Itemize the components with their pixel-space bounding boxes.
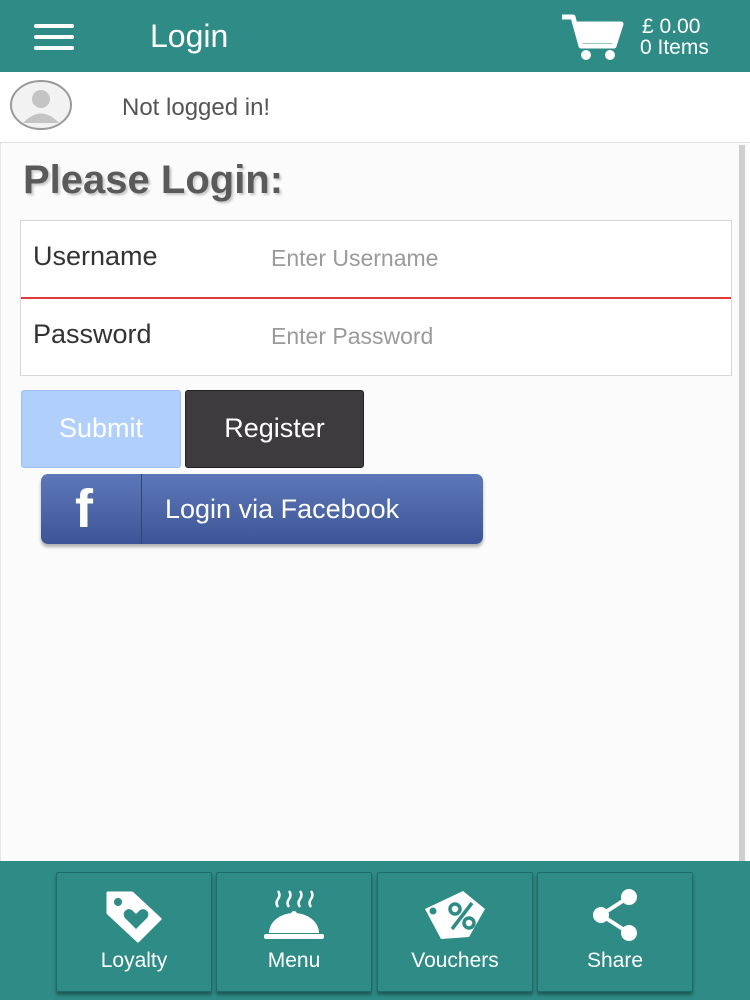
- username-input[interactable]: [261, 233, 731, 283]
- user-status-bar: Not logged in!: [0, 72, 750, 143]
- scrollbar[interactable]: [739, 145, 745, 861]
- password-label: Password: [33, 319, 152, 349]
- login-status-text: Not logged in!: [122, 94, 271, 121]
- nav-loyalty[interactable]: Loyalty: [56, 872, 212, 992]
- avatar-icon: [10, 80, 72, 130]
- share-icon: [593, 889, 637, 941]
- username-label: Username: [33, 241, 158, 271]
- menu-icon[interactable]: [30, 20, 78, 54]
- facebook-glyph: f: [75, 479, 93, 539]
- nav-share[interactable]: Share: [537, 872, 693, 992]
- password-input[interactable]: [261, 311, 731, 361]
- nav-loyalty-label: Loyalty: [100, 949, 168, 972]
- facebook-login-label: Login via Facebook: [165, 494, 400, 524]
- username-row: Username: [21, 221, 731, 299]
- percent-tag-icon: [425, 891, 485, 939]
- cloche-icon: [264, 890, 324, 939]
- cart-icon: [562, 14, 624, 60]
- cart-total: £ 0.00: [642, 15, 701, 38]
- submit-button[interactable]: Submit: [21, 390, 181, 468]
- facebook-icon: f: [41, 474, 142, 544]
- page-title: Login: [150, 18, 229, 54]
- login-form: Username Password: [20, 220, 732, 376]
- nav-menu-label: Menu: [267, 949, 321, 972]
- cart-item-count: 0 Items: [640, 36, 709, 59]
- login-heading: Please Login:: [23, 158, 284, 202]
- top-app-bar: Login £ 0.00 0 Items: [0, 0, 750, 72]
- nav-vouchers-label: Vouchers: [411, 949, 499, 972]
- nav-menu[interactable]: Menu: [216, 872, 372, 992]
- password-row: Password: [21, 299, 731, 375]
- tag-heart-icon: [106, 891, 162, 943]
- nav-vouchers[interactable]: Vouchers: [377, 872, 533, 992]
- facebook-login-button[interactable]: f Login via Facebook: [41, 474, 483, 544]
- nav-share-label: Share: [586, 949, 644, 972]
- cart-button[interactable]: £ 0.00 0 Items: [560, 10, 750, 66]
- register-button[interactable]: Register: [185, 390, 364, 468]
